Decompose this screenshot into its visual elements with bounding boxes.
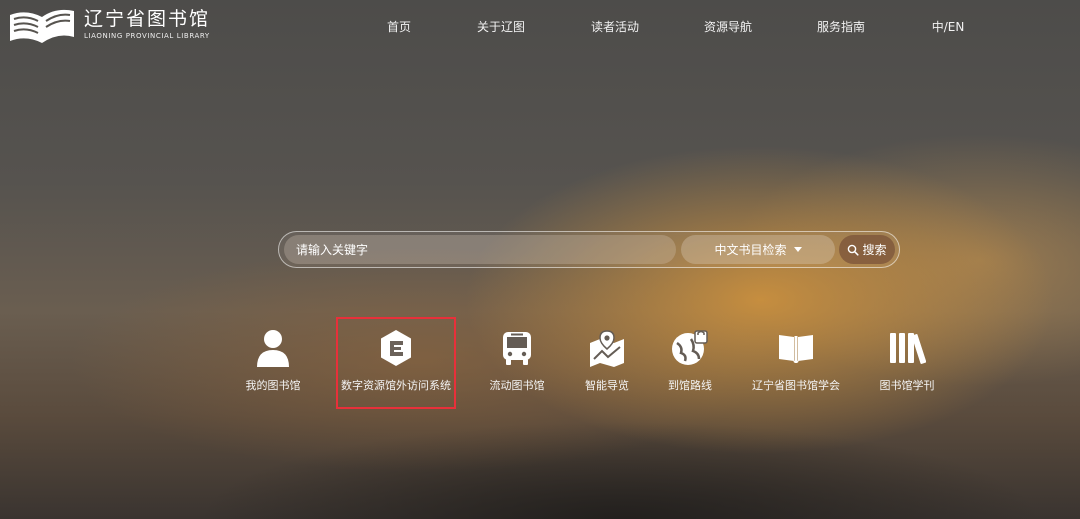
quick-link-library-journal[interactable]: 图书馆学刊: [842, 328, 972, 393]
search-input[interactable]: [284, 235, 676, 264]
search-type-select[interactable]: 中文书目检索: [681, 235, 835, 264]
main-nav: 首页 关于辽图 读者活动 资源导航 服务指南 中/EN: [0, 18, 1080, 38]
quick-link-label: 图书馆学刊: [879, 379, 935, 392]
search-button-label: 搜索: [862, 243, 887, 257]
nav-item-language[interactable]: 中/EN: [932, 18, 965, 35]
nav-item-home[interactable]: 首页: [387, 18, 411, 35]
quick-link-label: 我的图书馆: [245, 379, 301, 392]
bus-icon: [503, 332, 531, 365]
user-icon: [257, 330, 289, 367]
search-bar: 中文书目检索 搜索: [278, 231, 900, 268]
open-book-icon: [779, 335, 813, 363]
nav-item-about[interactable]: 关于辽图: [477, 18, 525, 35]
search-type-label: 中文书目检索: [714, 243, 787, 257]
quick-link-my-library[interactable]: 我的图书馆: [208, 328, 338, 393]
search-button[interactable]: 搜索: [839, 235, 895, 264]
search-icon: [848, 244, 860, 256]
books-icon: [890, 333, 926, 364]
nav-item-resources[interactable]: 资源导航: [704, 18, 752, 35]
highlight-box: [336, 317, 456, 409]
route-icon: [672, 330, 708, 365]
map-pin-icon: [590, 330, 624, 367]
nav-item-service-guide[interactable]: 服务指南: [817, 18, 865, 35]
nav-item-activities[interactable]: 读者活动: [591, 18, 639, 35]
caret-down-icon: [793, 247, 802, 252]
